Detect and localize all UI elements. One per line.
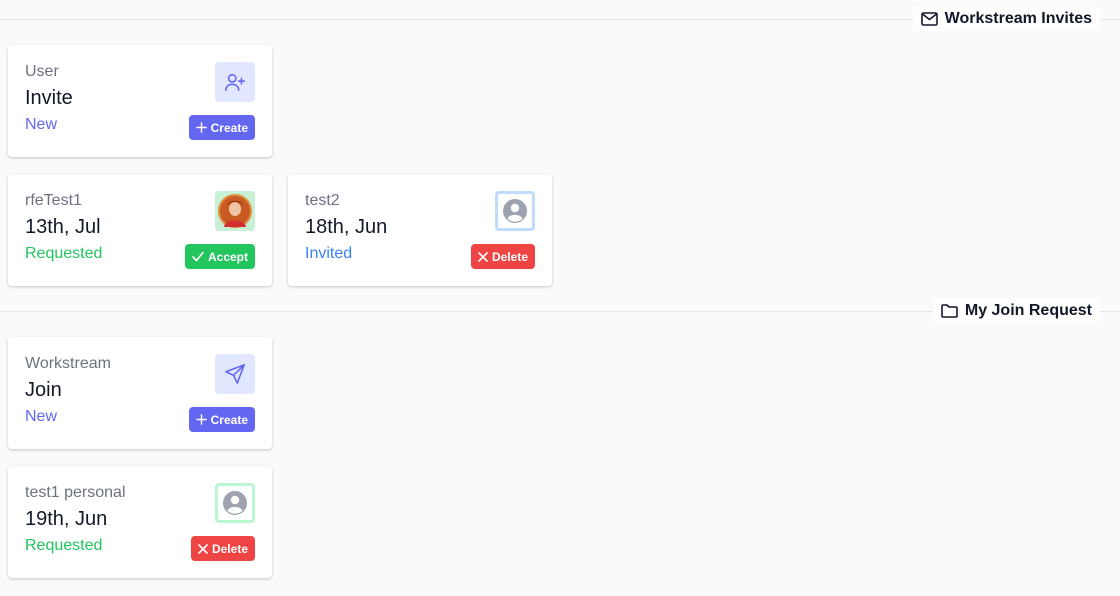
card-status: New [25,408,58,425]
section-title: My Join Request [964,302,1092,319]
section-header-invites: Workstream Invites [912,7,1100,31]
card-subtitle: User [25,63,59,80]
accept-button[interactable]: Accept [184,244,255,269]
folder-icon [941,304,958,318]
delete-button[interactable]: Delete [470,244,535,269]
section-header-join: My Join Request [932,299,1100,323]
button-label: Delete [491,249,528,264]
card-date: 13th, Jul [25,216,101,238]
send-icon [215,354,255,394]
close-icon [478,251,488,262]
card-date: 19th, Jun [25,508,108,530]
card-status: Invited [305,245,353,262]
card-username: test2 [305,192,340,209]
plus-icon [195,122,207,133]
check-icon [192,251,204,262]
card-title: Join [25,379,62,401]
join-request-card: test1 personal 19th, Jun Requested Delet… [8,466,272,578]
card-workstream-name: test1 personal [25,484,126,501]
invite-card: test2 18th, Jun Invited Delete [288,174,552,286]
card-title: Invite [25,87,73,109]
card-subtitle: Workstream [25,355,111,372]
user-plus-icon [215,62,255,102]
plus-icon [195,414,207,425]
card-username: rfeTest1 [25,192,82,209]
create-join-button[interactable]: Create [188,407,255,432]
mail-icon [920,12,938,26]
section-title: Workstream Invites [944,10,1092,27]
create-invite-button[interactable]: Create [188,115,255,140]
button-label: Create [210,120,248,135]
default-avatar-icon [215,483,255,523]
default-avatar-icon [495,191,535,231]
card-date: 18th, Jun [305,216,388,238]
join-create-card: Workstream Join New Create [8,337,272,449]
invite-create-card: User Invite New Create [8,45,272,157]
delete-button[interactable]: Delete [190,536,255,561]
card-status: Requested [25,245,103,262]
button-label: Delete [211,541,248,556]
invite-card: rfeTest1 13th, Jul Requested Accept [8,174,272,286]
button-label: Create [210,412,248,427]
card-status: Requested [25,537,103,554]
button-label: Accept [207,249,248,264]
close-icon [198,543,208,554]
user-photo-avatar [215,191,255,231]
card-status: New [25,116,58,133]
